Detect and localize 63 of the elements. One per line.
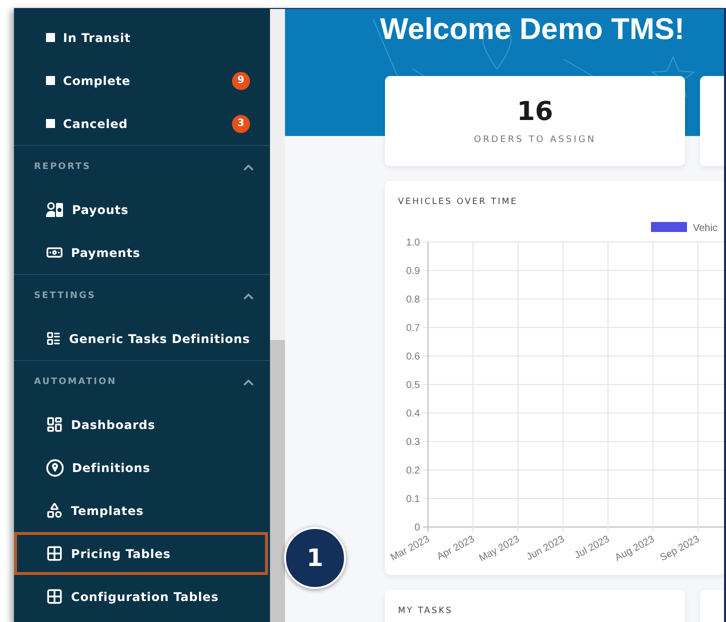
y-tick-label: 0.4 (406, 408, 420, 420)
section-title: AUTOMATION (34, 377, 117, 387)
scrollbar[interactable] (270, 9, 285, 622)
y-tick-label: 0.8 (406, 294, 420, 306)
stat-value: 16 (516, 97, 554, 127)
y-tick-label: 1.0 (406, 238, 420, 248)
legend-label: Vehic (693, 223, 718, 234)
menu-label: Dashboards (71, 418, 156, 432)
menu-item[interactable]: Payouts (14, 188, 270, 231)
card-title: VEHICLES OVER TIME (397, 196, 519, 207)
y-tick-label: 0.9 (406, 266, 420, 277)
section-title: SETTINGS (34, 291, 96, 301)
y-tick-label: 0 (414, 522, 420, 534)
section-title: REPORTS (34, 162, 91, 172)
x-tick-label: Aug 2023 (613, 534, 656, 564)
menu-label: Pricing Tables (71, 546, 172, 560)
person-card-icon (46, 202, 64, 218)
x-tick-label: Jun 2023 (524, 534, 566, 563)
square-icon (46, 119, 55, 128)
stat-label: ORDERS TO ASSIGN (474, 135, 596, 145)
card-title: MY TASKS (397, 605, 454, 616)
y-tick-label: 0.1 (406, 494, 420, 505)
x-tick-label: Apr 2023 (435, 534, 476, 563)
list-layout-icon (46, 330, 61, 347)
status-menu-item[interactable]: Canceled 3 (14, 102, 270, 145)
highlighted-menu-item[interactable]: Pricing Tables (14, 532, 268, 575)
y-tick-label: 0.3 (406, 437, 420, 448)
count-badge: 9 (232, 72, 250, 90)
y-tick-label: 0.2 (406, 466, 420, 476)
menu-label: Payouts (72, 202, 130, 216)
dashboard-icon (46, 416, 63, 433)
x-tick-label: May 2023 (477, 534, 522, 564)
table-icon (46, 545, 63, 562)
table-icon (46, 588, 63, 605)
menu-label: Definitions (72, 460, 152, 474)
x-tick-label: Mar 2023 (388, 534, 432, 564)
status-menu-item[interactable]: Complete 9 (14, 59, 270, 102)
menu-item[interactable]: Dashboards (14, 403, 270, 446)
menu-label: In Transit (63, 30, 132, 44)
menu-item[interactable]: Generic Tasks Definitions (14, 317, 270, 360)
square-icon (46, 76, 55, 85)
menu-item[interactable]: Payments (14, 231, 270, 274)
y-tick-label: 0.5 (406, 380, 420, 391)
menu-label: Payments (71, 246, 142, 260)
shapes-icon (46, 502, 63, 519)
menu-item[interactable]: Definitions (14, 446, 270, 489)
x-tick-label: Jul 2023 (572, 534, 612, 562)
menu-item[interactable]: Templates (14, 489, 270, 532)
menu-item[interactable]: Configuration Tables (14, 575, 270, 618)
welcome-title: Welcome Demo TMS! (379, 12, 686, 47)
location-pin-icon (46, 458, 64, 476)
status-menu-item[interactable]: In Transit (14, 16, 270, 59)
count-badge: 3 (232, 114, 250, 132)
scrollbar-thumb[interactable] (270, 340, 285, 622)
menu-label: Generic Tasks Definitions (68, 332, 250, 346)
x-tick-label: Sep 2023 (658, 534, 702, 564)
menu-label: Templates (71, 504, 145, 518)
y-tick-label: 0.7 (406, 323, 420, 334)
square-icon (46, 33, 55, 42)
menu-label: Complete (63, 74, 132, 88)
menu-label: Canceled (63, 116, 129, 130)
menu-label: Configuration Tables (71, 590, 220, 604)
y-tick-label: 0.6 (406, 352, 420, 362)
